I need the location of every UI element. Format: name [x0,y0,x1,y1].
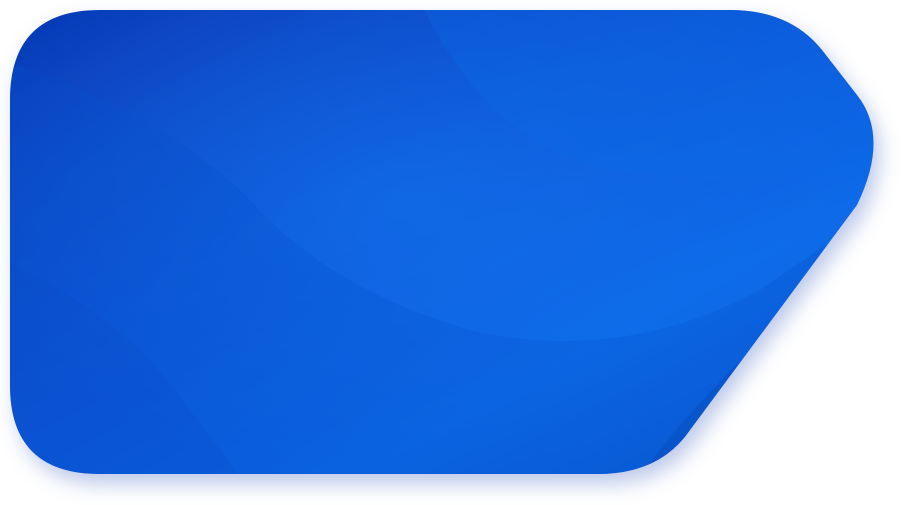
tag-card [10,10,874,474]
canvas [0,0,906,505]
tag-overlays [10,10,874,474]
